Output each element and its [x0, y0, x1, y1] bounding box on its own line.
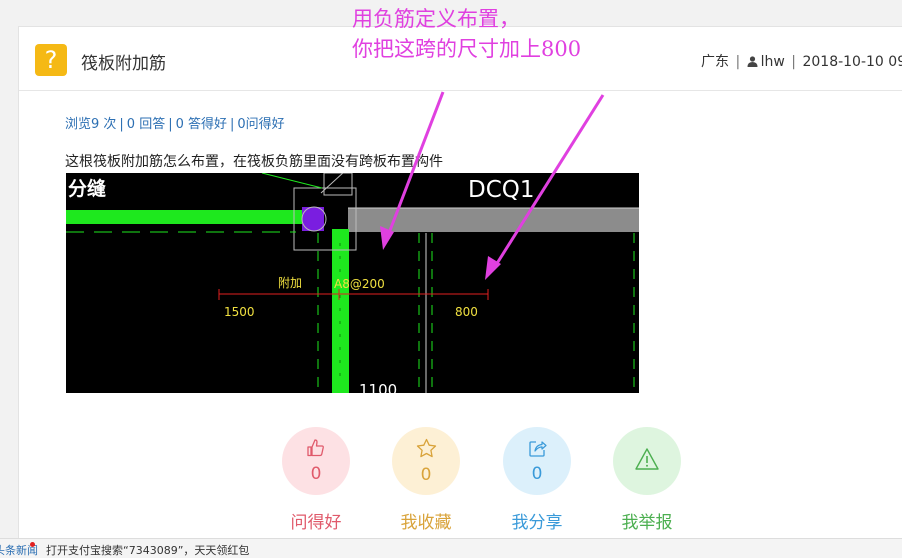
notification-dot [30, 542, 35, 547]
warning-icon [634, 447, 660, 475]
promo-text[interactable]: 打开支付宝搜索“7343089”，天天领红包 [46, 542, 249, 558]
annotation-note: 用负筋定义布置， 你把这跨的尺寸加上800 [352, 4, 581, 64]
question-title: 筏板附加筋 [81, 54, 166, 74]
dcq-beam [348, 208, 639, 232]
good-answers-count: 0 答得好 [175, 117, 227, 132]
question-actions: 0 问得好 0 我收藏 0 我分享 我举报 [281, 427, 701, 537]
answers-count: 0 回答 [126, 117, 166, 132]
report-action[interactable]: 我举报 [612, 427, 682, 533]
cad-drawing-image: 分缝 DCQ1 附加 A8@200 1500 800 1100 [66, 173, 639, 393]
cad-label-dcq: DCQ1 [468, 177, 535, 203]
cad-label-rebar: A8@200 [334, 277, 385, 291]
annotation-line-1: 用负筋定义布置， [352, 7, 520, 31]
question-card: ? 筏板附加筋 广东 | lhw | 2018-10-10 09:23 浏览9 … [18, 26, 902, 558]
helpful-count-value: 0 [310, 464, 322, 484]
share-action[interactable]: 0 我分享 [502, 427, 572, 533]
helpful-count: 0问得好 [237, 117, 285, 132]
favorite-count-value: 0 [420, 464, 432, 485]
share-label: 我分享 [511, 513, 563, 533]
star-icon [416, 438, 437, 463]
footer-bar: 头条新闻 打开支付宝搜索“7343089”，天天领红包 [0, 538, 902, 558]
share-icon [528, 439, 547, 462]
question-stats: 浏览9 次 | 0 回答 | 0 答得好 | 0问得好 [65, 117, 285, 132]
cad-label-fujia: 附加 [278, 276, 302, 290]
question-meta: 广东 | lhw | 2018-10-10 09:23 [701, 51, 902, 71]
helpful-action[interactable]: 0 问得好 [281, 427, 351, 533]
cad-label-fenfeng: 分缝 [68, 177, 106, 200]
question-description: 这根筏板附加筋怎么布置，在筏板负筋里面没有跨板布置构件 [65, 154, 443, 170]
cad-drawing-svg: 分缝 DCQ1 附加 A8@200 1500 800 1100 [66, 173, 639, 393]
favorite-action[interactable]: 0 我收藏 [391, 427, 461, 533]
favorite-label: 我收藏 [400, 513, 452, 533]
question-mark-icon: ? [35, 44, 67, 76]
views-count: 浏览9 次 [65, 117, 117, 132]
report-label: 我举报 [621, 513, 673, 533]
cad-dim-right: 800 [455, 305, 478, 319]
helpful-label: 问得好 [290, 513, 342, 533]
green-beam-horizontal [66, 210, 306, 224]
location-text: 广东 [701, 54, 729, 70]
username-link[interactable]: lhw [761, 54, 785, 70]
share-count-value: 0 [531, 463, 543, 484]
thumbs-up-icon [306, 438, 326, 462]
annotation-line-2: 你把这跨的尺寸加上800 [352, 37, 582, 61]
question-datetime: 2018-10-10 09:23 [802, 54, 902, 70]
user-icon [747, 55, 758, 71]
cad-dim-left: 1500 [224, 305, 255, 319]
cad-dim-bottom: 1100 [359, 381, 397, 393]
